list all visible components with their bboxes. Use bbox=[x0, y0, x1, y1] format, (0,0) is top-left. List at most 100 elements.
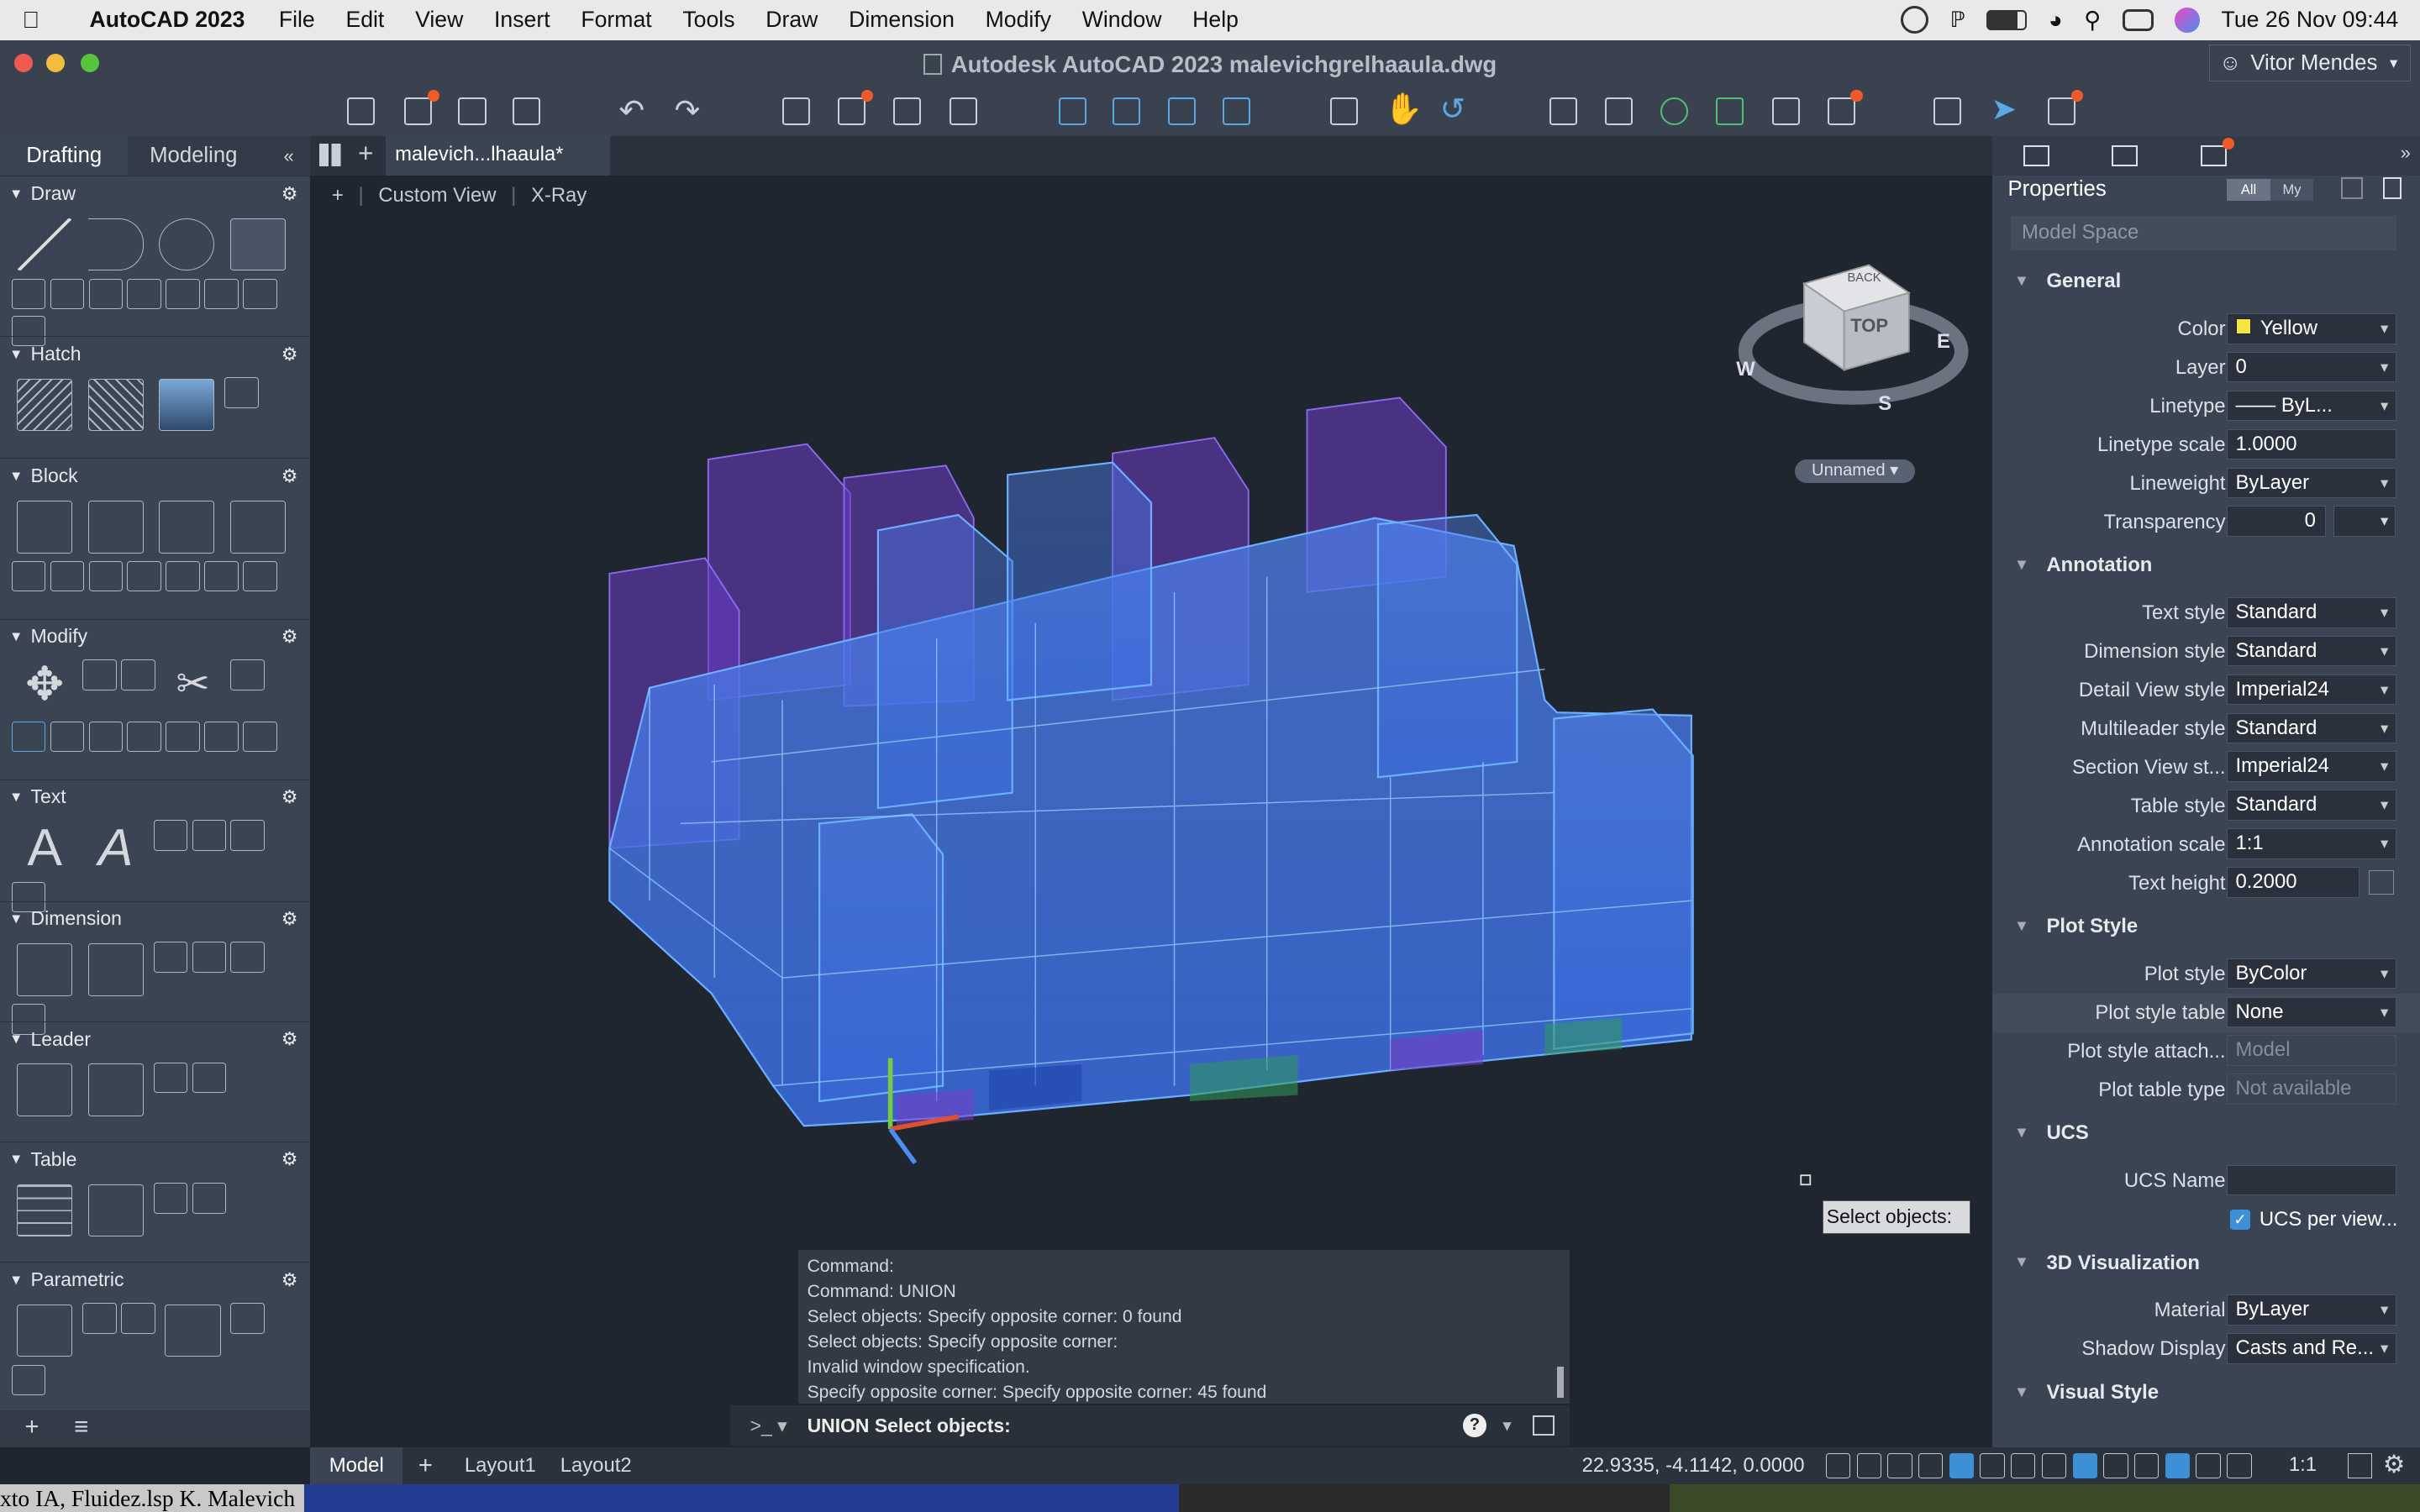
menu-edit[interactable]: Edit bbox=[330, 7, 400, 33]
autoscale-icon[interactable] bbox=[2196, 1453, 2221, 1478]
menu-tools[interactable]: Tools bbox=[667, 7, 750, 33]
blocks-tab-icon[interactable] bbox=[2201, 137, 2235, 167]
tab-model[interactable]: Model bbox=[310, 1446, 403, 1484]
command-line[interactable]: >_ ▾ UNION Select objects: ? ▾ bbox=[729, 1405, 1570, 1446]
pick-point-icon[interactable] bbox=[2369, 869, 2394, 895]
text-style-select[interactable]: Standard bbox=[2227, 596, 2397, 628]
menu-help[interactable]: Help bbox=[1177, 7, 1254, 33]
gear-icon[interactable]: ⚙ bbox=[281, 465, 298, 487]
chevron-down-icon[interactable]: ▾ bbox=[1503, 1416, 1511, 1435]
control-center-icon[interactable] bbox=[2123, 9, 2154, 31]
ucs-menu[interactable]: Unnamed ▾ bbox=[1795, 459, 1916, 483]
rectangle-icon[interactable] bbox=[229, 218, 286, 271]
tab-modeling[interactable]: Modeling bbox=[128, 136, 252, 176]
layer-select[interactable]: 0 bbox=[2227, 351, 2397, 383]
transparency-menu-icon[interactable]: ▾ bbox=[2333, 506, 2396, 538]
wifi-icon[interactable]: ◕ bbox=[2049, 7, 2063, 34]
add-icon[interactable]: + bbox=[24, 1413, 39, 1441]
shadow-display-select[interactable]: Casts and Re... bbox=[2227, 1332, 2397, 1364]
single-text-icon[interactable] bbox=[153, 820, 188, 851]
select-objects-icon[interactable] bbox=[2382, 177, 2402, 199]
hatch-edit-icon[interactable] bbox=[87, 378, 144, 432]
constraint-icon[interactable] bbox=[121, 1303, 155, 1334]
ortho-icon[interactable] bbox=[1887, 1453, 1912, 1478]
clock-text[interactable]: Tue 26 Nov 09:44 bbox=[2222, 7, 2399, 33]
publish-icon[interactable] bbox=[893, 97, 922, 125]
apple-icon[interactable]:  bbox=[0, 7, 61, 34]
spell-check-icon[interactable] bbox=[192, 820, 226, 851]
redo-icon[interactable]: ↷ bbox=[675, 92, 701, 129]
xline-icon[interactable] bbox=[243, 278, 277, 310]
arc-icon[interactable] bbox=[11, 278, 46, 310]
layer-manager-icon[interactable] bbox=[1933, 97, 1962, 125]
linetype-scale-input[interactable]: 1.0000 bbox=[2227, 428, 2397, 460]
table-style-icon[interactable] bbox=[87, 1184, 144, 1237]
tool-palettes-icon[interactable] bbox=[1660, 97, 1689, 125]
group-visual-style[interactable]: ▼ Visual Style bbox=[1992, 1376, 2420, 1413]
leader-style-icon[interactable] bbox=[87, 1063, 144, 1116]
data-link-icon[interactable] bbox=[153, 1182, 188, 1214]
polyline-icon[interactable] bbox=[87, 218, 144, 271]
section-title[interactable]: Modify bbox=[31, 625, 88, 648]
gear-icon[interactable]: ⚙ bbox=[281, 1269, 298, 1291]
design-center-icon[interactable] bbox=[1605, 97, 1634, 125]
import-icon[interactable] bbox=[1058, 97, 1087, 125]
command-prompt[interactable]: UNION Select objects: bbox=[808, 1415, 1011, 1437]
create-block-icon[interactable] bbox=[17, 501, 73, 554]
circle-icon[interactable] bbox=[159, 218, 215, 271]
annotation-visibility-icon[interactable] bbox=[2165, 1453, 2191, 1478]
plot-style-select[interactable]: ByColor bbox=[2227, 958, 2397, 990]
tab-layout1[interactable]: Layout1 bbox=[465, 1447, 536, 1484]
plot-icon[interactable] bbox=[782, 97, 811, 125]
bluetooth-icon[interactable]: ℙ bbox=[1950, 8, 1965, 33]
insert-block-icon[interactable] bbox=[87, 501, 144, 554]
ucs-per-view-checkbox[interactable]: ✓ bbox=[2230, 1209, 2250, 1230]
3d-osnap-icon[interactable] bbox=[2103, 1453, 2128, 1478]
menu-modify[interactable]: Modify bbox=[970, 7, 1066, 33]
snap-icon[interactable] bbox=[1856, 1453, 1881, 1478]
settings-gear-icon[interactable]: ⚙ bbox=[2383, 1450, 2405, 1479]
gear-icon[interactable]: ⚙ bbox=[281, 908, 298, 930]
trim-icon[interactable]: ✂ bbox=[165, 661, 220, 713]
workspace-icon[interactable] bbox=[2347, 1453, 2372, 1478]
tab-drafting[interactable]: Drafting bbox=[0, 135, 129, 176]
transparency-slider[interactable]: 0 bbox=[2227, 506, 2326, 538]
block-icon[interactable] bbox=[243, 560, 277, 592]
section-title[interactable]: Draw bbox=[31, 182, 76, 205]
section-title[interactable]: Table bbox=[31, 1148, 77, 1171]
add-leader-icon[interactable] bbox=[153, 1062, 188, 1094]
properties-tab-icon[interactable] bbox=[2023, 144, 2050, 167]
isodraft-icon[interactable] bbox=[1949, 1453, 1975, 1478]
command-prompt-icon[interactable]: >_ ▾ bbox=[730, 1415, 808, 1437]
table-text-icon[interactable] bbox=[230, 820, 265, 851]
compass-east[interactable]: E bbox=[1937, 330, 1950, 354]
material-select[interactable]: ByLayer bbox=[2227, 1294, 2397, 1326]
section-view-select[interactable]: Imperial24 bbox=[2227, 751, 2397, 783]
group-annotation[interactable]: ▼ Annotation bbox=[1992, 549, 2420, 586]
menu-format[interactable]: Format bbox=[566, 7, 667, 33]
fillet-icon[interactable] bbox=[230, 659, 265, 690]
constraint-icon[interactable] bbox=[11, 1364, 46, 1396]
undo-icon[interactable]: ↶ bbox=[619, 92, 645, 129]
gear-icon[interactable]: ⚙ bbox=[281, 786, 298, 808]
menu-icon[interactable]: ≡ bbox=[74, 1413, 88, 1441]
dynamic-ucs-icon[interactable] bbox=[2133, 1453, 2160, 1478]
radius-dim-icon[interactable] bbox=[192, 942, 226, 974]
stretch-icon[interactable] bbox=[88, 721, 123, 753]
gear-icon[interactable]: ⚙ bbox=[281, 344, 298, 365]
extract-data-icon[interactable] bbox=[192, 1182, 226, 1214]
align-leader-icon[interactable] bbox=[192, 1062, 226, 1094]
constraint-icon[interactable] bbox=[230, 1303, 265, 1334]
filter-my[interactable]: My bbox=[2270, 179, 2313, 201]
ucs-name-input[interactable] bbox=[2227, 1164, 2397, 1196]
block-icon[interactable] bbox=[88, 560, 123, 592]
help-icon[interactable]: ? bbox=[1463, 1414, 1486, 1437]
web-icon[interactable] bbox=[1222, 97, 1250, 125]
history-scrollbar[interactable] bbox=[1557, 1367, 1564, 1398]
group-plot-style[interactable]: ▼ Plot Style bbox=[1992, 911, 2420, 948]
open-icon[interactable] bbox=[404, 89, 440, 125]
offset-icon[interactable] bbox=[127, 721, 161, 753]
dimension-edit-icon[interactable] bbox=[87, 943, 144, 996]
constraint-icon[interactable] bbox=[82, 1303, 117, 1334]
quick-select-icon[interactable] bbox=[2341, 177, 2363, 199]
